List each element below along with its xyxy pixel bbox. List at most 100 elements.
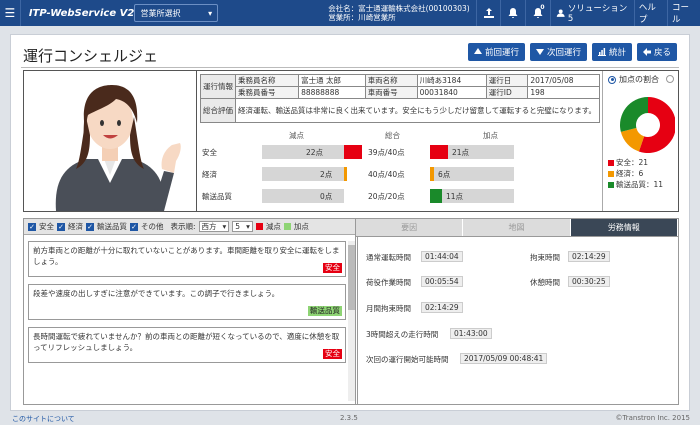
add-value: 21点 bbox=[452, 148, 470, 157]
add-legend-label: 加点 bbox=[293, 222, 309, 231]
pie-legend-item: 経済：6 bbox=[608, 168, 643, 179]
chevron-down-icon: ▾ bbox=[222, 222, 227, 231]
safety-filter-label: 安全 bbox=[39, 222, 54, 231]
trip-date-label: 運行日 bbox=[485, 74, 529, 87]
user-menu[interactable]: ソリューション5 bbox=[549, 0, 634, 26]
stats-button[interactable]: 統計 bbox=[591, 43, 632, 61]
score-category: 安全 bbox=[202, 148, 217, 157]
economy-filter-label: 経済 bbox=[68, 222, 83, 231]
add-header: 加点 bbox=[483, 131, 498, 140]
score-row: 経済 2点 40点/40点 6点 bbox=[202, 167, 597, 181]
scrollbar-thumb[interactable] bbox=[348, 245, 355, 310]
quality-checkbox[interactable]: ✓ bbox=[86, 222, 94, 231]
rest-time-value: 00:30:25 bbox=[568, 276, 610, 287]
radio-unselected-icon[interactable] bbox=[666, 75, 674, 83]
upload-icon[interactable] bbox=[475, 0, 501, 26]
add-ratio-toggle[interactable]: 加点の割合 bbox=[608, 74, 659, 85]
advice-scrollbar[interactable] bbox=[348, 241, 355, 401]
order-select[interactable]: 西方 ▾ bbox=[198, 221, 230, 232]
driver-name-label: 乗務員名称 bbox=[234, 74, 300, 87]
main-panel: 運行コンシェルジェ 前回運行 次回運行 統計 戻る 運行情報 乗務員名称 富士通… bbox=[10, 34, 690, 411]
order-label: 表示順: bbox=[170, 222, 196, 231]
add-bar-fill bbox=[430, 145, 448, 159]
advice-text: 前方車両との距離が十分に取れていないことがあります。車間距離を取り安全に運転をし… bbox=[33, 246, 340, 266]
add-bar-fill bbox=[430, 167, 434, 181]
driver-name-value: 富士通 太郎 bbox=[298, 74, 366, 87]
over3h-value: 01:43:00 bbox=[450, 328, 492, 339]
vehicle-no-value: 00031840 bbox=[416, 86, 487, 99]
deduct-bar-fill bbox=[344, 167, 347, 181]
next-trip-button[interactable]: 次回運行 bbox=[529, 43, 587, 61]
quality-filter-label: 輸送品質 bbox=[97, 222, 127, 231]
eval-label: 総合評価 bbox=[200, 98, 236, 123]
other-checkbox[interactable]: ✓ bbox=[130, 222, 138, 231]
legend-swatch bbox=[608, 170, 614, 177]
tab-factor[interactable]: 要因 bbox=[356, 219, 464, 236]
other-filter-label: その他 bbox=[141, 222, 164, 231]
office-name: 営業所：川崎営業所 bbox=[328, 13, 396, 22]
trip-id-value: 198 bbox=[527, 86, 600, 99]
order-select-value: 西方 bbox=[201, 222, 217, 231]
trip-info-group-label: 運行情報 bbox=[200, 74, 236, 99]
drive-time-value: 01:44:04 bbox=[421, 251, 463, 262]
legend-swatch bbox=[608, 159, 614, 166]
bar-chart-icon bbox=[597, 48, 606, 56]
deduct-header: 減点 bbox=[289, 131, 304, 140]
app-logo: ITP-WebService V2 bbox=[28, 7, 135, 19]
add-ratio-panel: 加点の割合 安全：21 経済：6 輸送品質：11 bbox=[603, 71, 678, 211]
count-select[interactable]: 5 ▾ bbox=[232, 221, 253, 232]
help-link[interactable]: ヘルプ bbox=[633, 0, 667, 26]
chevron-down-icon: ▾ bbox=[208, 8, 213, 18]
advice-text: 段差や速度の出しすぎに注意ができています。この調子で行きましょう。 bbox=[33, 289, 280, 298]
advice-item: 長時間運転で疲れていませんか？前の車両との距離が短くなっているので、適度に休憩を… bbox=[28, 327, 346, 363]
trip-detail: 運行情報 乗務員名称 富士通 太郎 車両名称 川崎あ3184 運行日 2017/… bbox=[197, 71, 603, 211]
menu-icon[interactable]: ☰ bbox=[0, 0, 21, 26]
page-title: 運行コンシェルジェ bbox=[23, 47, 159, 65]
total-value: 39点/40点 bbox=[368, 148, 405, 157]
deduct-bar bbox=[262, 145, 344, 159]
driver-no-label: 乗務員番号 bbox=[234, 86, 300, 99]
add-bar-fill bbox=[430, 189, 442, 203]
vehicle-no-label: 車両番号 bbox=[364, 86, 418, 99]
advice-panel: ✓ 安全 ✓ 経済 ✓ 輸送品質 ✓ その他 表示順: 西方 ▾ 5 ▾ 減点 … bbox=[23, 218, 358, 405]
deduct-swatch bbox=[255, 223, 263, 230]
add-ratio-pie-chart bbox=[620, 97, 675, 153]
user-name: ソリューション5 bbox=[567, 4, 628, 24]
rest-time-label: 休憩時間 bbox=[530, 278, 560, 287]
score-category: 経済 bbox=[202, 170, 217, 179]
notification-badge: 0 bbox=[540, 4, 545, 11]
prev-trip-button[interactable]: 前回運行 bbox=[467, 43, 525, 61]
pie-legend-item: 輸送品質：11 bbox=[608, 179, 663, 190]
vehicle-name-label: 車両名称 bbox=[364, 74, 418, 87]
driver-no-value: 88888888 bbox=[298, 86, 366, 99]
arrow-up-icon bbox=[473, 48, 482, 54]
economy-checkbox[interactable]: ✓ bbox=[57, 222, 65, 231]
deduct-value: 0点 bbox=[320, 192, 333, 201]
prev-trip-label: 前回運行 bbox=[484, 48, 519, 58]
deduct-value: 2点 bbox=[320, 170, 333, 179]
back-button[interactable]: 戻る bbox=[636, 43, 677, 61]
alert-bell-icon[interactable]: 0 bbox=[524, 0, 550, 26]
advice-tag: 安全 bbox=[323, 349, 342, 359]
deduct-bar-fill bbox=[344, 145, 362, 159]
tab-labor[interactable]: 労務情報 bbox=[570, 219, 678, 236]
advice-text: 長時間運転で疲れていませんか？前の車両との距離が短くなっているので、適度に休憩を… bbox=[33, 332, 340, 352]
stats-label: 統計 bbox=[608, 48, 626, 58]
version-text: 2.3.5 bbox=[340, 414, 358, 422]
restraint-value: 02:14:29 bbox=[568, 251, 610, 262]
company-info: 会社名：富士通運輸株式会社(00100303) 営業所：川崎営業所 bbox=[328, 4, 470, 22]
about-site-link[interactable]: このサイトについて bbox=[12, 414, 75, 424]
deduct-value: 22点 bbox=[306, 148, 324, 157]
call-link[interactable]: コール bbox=[666, 0, 700, 26]
add-swatch bbox=[283, 223, 291, 230]
bell-icon[interactable] bbox=[500, 0, 525, 26]
safety-checkbox[interactable]: ✓ bbox=[28, 222, 36, 231]
arrow-down-icon bbox=[535, 49, 544, 55]
vehicle-name-value: 川崎あ3184 bbox=[416, 74, 487, 87]
advice-item: 前方車両との距離が十分に取れていないことがあります。車間距離を取り安全に運転をし… bbox=[28, 241, 346, 277]
deduct-legend-label: 減点 bbox=[265, 222, 281, 231]
total-header: 総合 bbox=[385, 131, 400, 140]
office-select[interactable]: 営業所選択 ▾ bbox=[134, 4, 219, 22]
tab-map[interactable]: 地図 bbox=[463, 219, 571, 236]
title-divider bbox=[21, 67, 679, 68]
